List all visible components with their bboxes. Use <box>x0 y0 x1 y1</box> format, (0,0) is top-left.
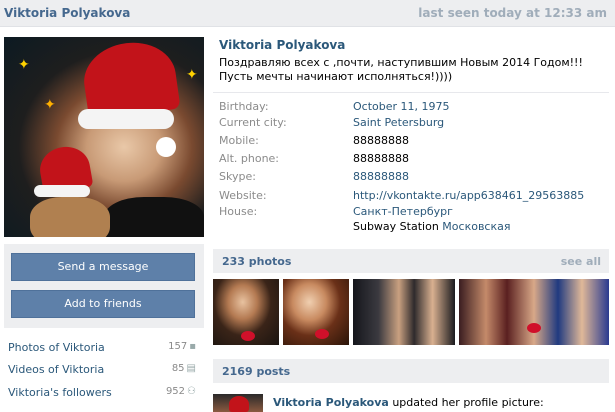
side-link-label[interactable]: Photos of Viktoria <box>8 341 105 354</box>
dog <box>30 197 110 237</box>
info-row-alt-phone: Alt. phone: 88888888 <box>219 152 609 167</box>
camera-icon: ▪ <box>189 341 196 352</box>
header-user-name[interactable]: Viktoria Polyakova <box>4 6 130 20</box>
posts-section-title[interactable]: 2169 posts <box>222 365 290 378</box>
santa-hat <box>229 396 249 412</box>
santa-hat-pompom <box>156 137 176 157</box>
dress <box>104 197 204 237</box>
side-link-videos[interactable]: Videos of Viktoria 85 ▤ <box>8 363 196 379</box>
add-friend-button[interactable]: Add to friends <box>11 290 195 318</box>
info-row-website: Website: http://vkontakte.ru/app638461_2… <box>219 189 609 204</box>
side-link-count: 85 ▤ <box>171 363 196 374</box>
subway-value-link[interactable]: Московская <box>442 220 510 233</box>
info-label: Current city: <box>219 116 287 129</box>
side-link-followers[interactable]: Viktoria's followers 952 ⚇ <box>8 386 196 402</box>
side-link-count: 952 ⚇ <box>165 386 196 397</box>
side-link-label[interactable]: Videos of Viktoria <box>8 363 104 376</box>
info-row-mobile: Mobile: 88888888 <box>219 134 609 149</box>
info-row-house: House: Санкт-Петербург <box>219 205 609 220</box>
decoration-star: ✦ <box>18 57 30 73</box>
photo-thumbnail[interactable] <box>459 279 609 345</box>
info-value: 88888888 <box>353 134 409 147</box>
divider <box>213 92 609 93</box>
info-value-link[interactable]: Санкт-Петербург <box>353 205 453 218</box>
side-link-label[interactable]: Viktoria's followers <box>8 386 112 399</box>
rose-decoration <box>315 329 329 339</box>
decoration-star: ✦ <box>186 67 198 83</box>
info-value-link[interactable]: 88888888 <box>353 170 409 183</box>
top-bar: Viktoria Polyakova last seen today at 12… <box>0 0 615 27</box>
side-link-count: 157 ▪ <box>168 341 196 352</box>
info-row-skype: Skype: 88888888 <box>219 170 609 185</box>
profile-photo[interactable]: ✦ ✦ ✦ <box>4 37 204 237</box>
photo-thumbnail[interactable] <box>213 279 279 345</box>
post-action-text: updated her profile picture: <box>392 396 544 409</box>
info-row-city: Current city: Saint Petersburg <box>219 116 609 131</box>
people-icon: ⚇ <box>187 386 196 397</box>
profile-name: Viktoria Polyakova <box>219 38 346 52</box>
photo-thumbnail[interactable] <box>283 279 349 345</box>
santa-hat-rim <box>78 109 174 129</box>
info-label: Mobile: <box>219 134 259 147</box>
subway-label: Subway Station <box>353 220 439 233</box>
last-seen-status: last seen today at 12:33 am <box>418 6 607 20</box>
info-label: Skype: <box>219 170 256 183</box>
rose-decoration <box>241 331 255 341</box>
side-link-photos[interactable]: Photos of Viktoria 157 ▪ <box>8 341 196 357</box>
photos-section-header[interactable]: 233 photos see all <box>213 249 609 273</box>
film-icon: ▤ <box>186 363 196 374</box>
send-message-button[interactable]: Send a message <box>11 253 195 281</box>
dog-santa-hat-rim <box>34 185 90 197</box>
post-header: Viktoria Polyakova updated her profile p… <box>273 396 544 409</box>
info-row-birthday: Birthday: October 11, 1975 <box>219 100 609 115</box>
info-value-link[interactable]: October 11, 1975 <box>353 100 450 113</box>
info-label: Birthday: <box>219 100 269 113</box>
photo-thumbnail[interactable] <box>353 279 455 345</box>
status-text[interactable]: Поздравляю всех с ,почти, наступившим Но… <box>219 56 609 84</box>
post-author-link[interactable]: Viktoria Polyakova <box>273 396 389 409</box>
info-label: Website: <box>219 189 267 202</box>
info-label: Alt. phone: <box>219 152 280 165</box>
posts-section-header[interactable]: 2169 posts <box>213 359 609 383</box>
info-label: House: <box>219 205 258 218</box>
info-value: 88888888 <box>353 152 409 165</box>
post-author-avatar[interactable] <box>213 394 263 412</box>
subway-line: Subway Station Московская <box>353 220 510 233</box>
decoration-star: ✦ <box>44 97 56 113</box>
info-value-link[interactable]: Saint Petersburg <box>353 116 444 129</box>
see-all-link[interactable]: see all <box>561 255 601 268</box>
info-value-link[interactable]: http://vkontakte.ru/app638461_29563885 <box>353 189 584 202</box>
rose-decoration <box>527 323 541 333</box>
photos-section-title[interactable]: 233 photos <box>222 255 291 268</box>
